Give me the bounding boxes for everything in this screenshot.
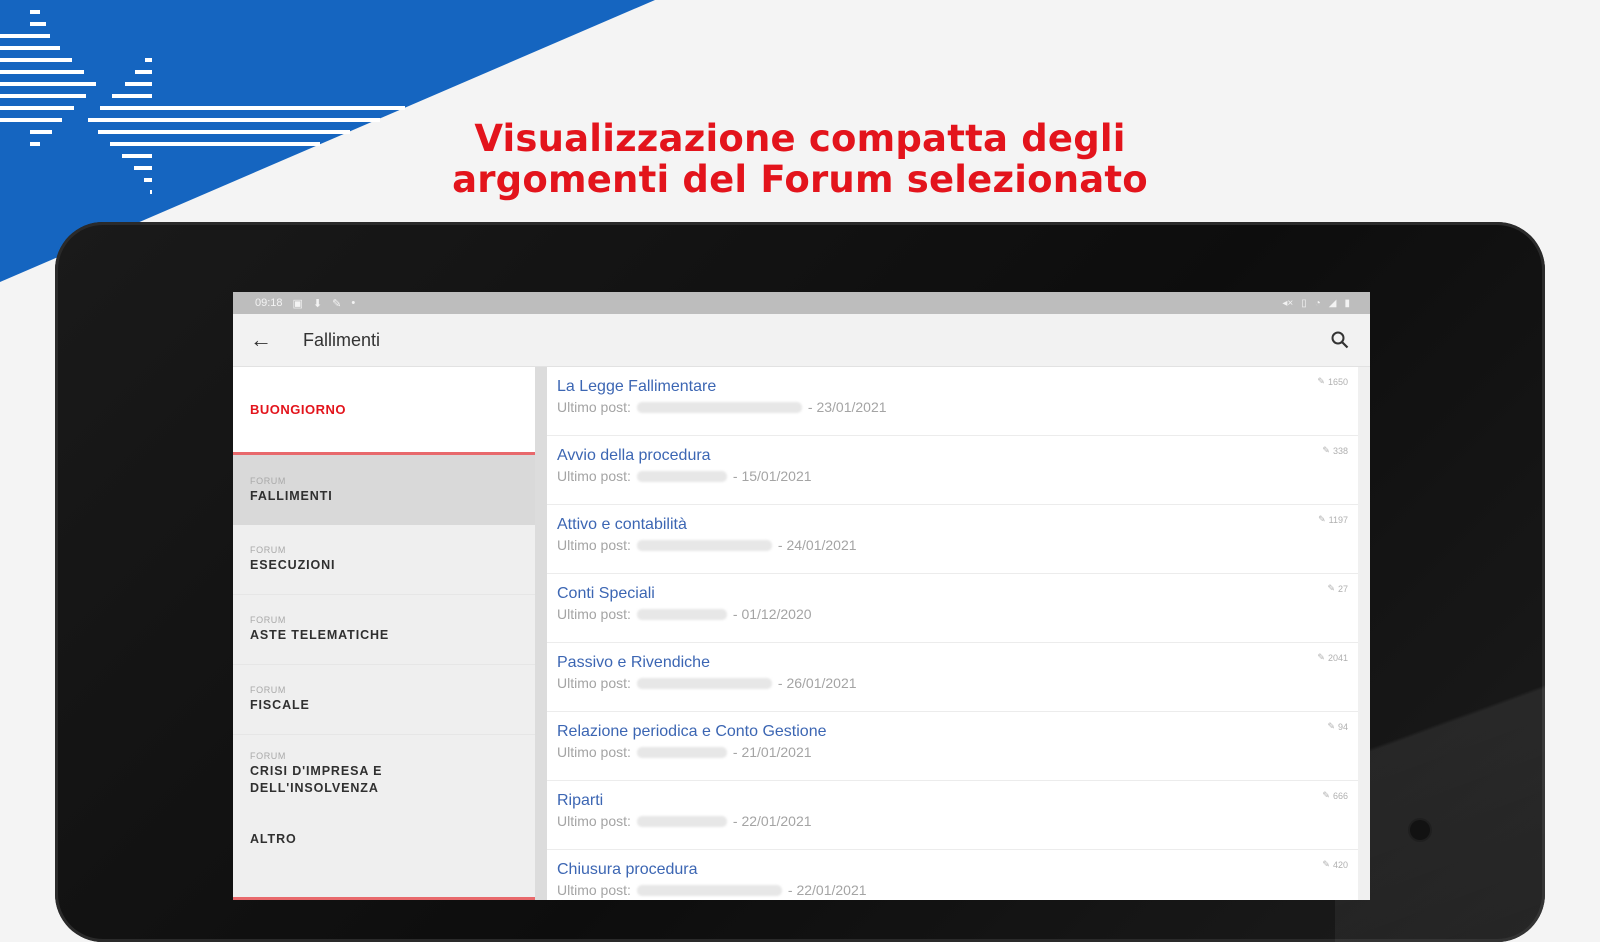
comment-icon: ✎ <box>1318 514 1326 524</box>
topic-list: La Legge Fallimentare Ultimo post: - 23/0… <box>547 367 1370 900</box>
reply-count: ✎ 1650 <box>1317 376 1348 387</box>
headline-line-1: Visualizzazione compatta degli <box>474 117 1126 160</box>
last-post-date: - 24/01/2021 <box>777 537 857 553</box>
topic-row[interactable]: Relazione periodica e Conto Gestione Ult… <box>547 712 1370 781</box>
headline-line-2: argomenti del Forum selezionato <box>452 158 1148 201</box>
last-post-label: Ultimo post: <box>557 813 631 829</box>
sidebar-item-esecuzioni[interactable]: FORUM ESECUZIONI <box>233 525 535 594</box>
last-post-label: Ultimo post: <box>557 882 631 898</box>
blurred-author <box>636 470 727 482</box>
wrench-notification-icon: ✎ <box>332 297 342 310</box>
last-post-date: - 26/01/2021 <box>777 675 857 691</box>
topic-title[interactable]: Relazione periodica e Conto Gestione <box>557 723 1370 741</box>
last-post-label: Ultimo post: <box>557 675 631 691</box>
last-post-date: - 22/01/2021 <box>787 882 867 898</box>
sidebar-item-label: ALTRO <box>250 831 297 846</box>
reply-count: ✎ 338 <box>1322 445 1348 456</box>
search-icon[interactable] <box>1310 331 1370 349</box>
topic-row[interactable]: Passivo e Rivendiche Ultimo post: - 26/01… <box>547 643 1370 712</box>
topic-title[interactable]: Conti Speciali <box>557 585 1370 603</box>
last-post-label: Ultimo post: <box>557 744 631 760</box>
sidebar-item-label: CRISI D'IMPRESA E DELL'INSOLVENZA <box>250 764 383 795</box>
reply-count: ✎ 27 <box>1327 583 1348 594</box>
blurred-author <box>636 401 802 413</box>
last-post-label: Ultimo post: <box>557 606 631 622</box>
topic-row[interactable]: Conti Speciali Ultimo post: - 01/12/2020 … <box>547 574 1370 643</box>
greeting-label: BUONGIORNO <box>233 367 535 455</box>
last-post-date: - 21/01/2021 <box>732 744 812 760</box>
blurred-author <box>636 746 727 758</box>
last-post-date: - 23/01/2021 <box>807 399 887 415</box>
sidebar-item-caption: FORUM <box>250 615 286 625</box>
sidebar-item-caption: FORUM <box>250 545 286 555</box>
wifi-icon: ◔ <box>1314 297 1321 309</box>
forum-sidebar: BUONGIORNO FORUM FALLIMENTI FORUM ESECUZ… <box>233 367 535 900</box>
last-post-label: Ultimo post: <box>557 468 631 484</box>
last-post-date: - 15/01/2021 <box>732 468 812 484</box>
comment-icon: ✎ <box>1322 790 1330 800</box>
sidebar-item-crisi-impresa[interactable]: FORUM CRISI D'IMPRESA E DELL'INSOLVENZA <box>233 735 535 813</box>
topic-row[interactable]: Attivo e contabilità Ultimo post: - 24/01… <box>547 505 1370 574</box>
reply-count: ✎ 2041 <box>1317 652 1348 663</box>
topic-title[interactable]: La Legge Fallimentare <box>557 378 1370 396</box>
page-title: Fallimenti <box>303 329 381 350</box>
download-notification-icon: ⬇ <box>312 297 323 310</box>
reply-count: ✎ 1197 <box>1318 514 1348 525</box>
last-post-date: - 01/12/2020 <box>732 606 812 622</box>
comment-icon: ✎ <box>1327 583 1335 593</box>
sidebar-item-aste-telematiche[interactable]: FORUM ASTE TELEMATICHE <box>233 595 535 664</box>
reply-count: ✎ 94 <box>1327 721 1348 732</box>
topic-title[interactable]: Avvio della procedura <box>557 447 1370 465</box>
battery-icon: ▮ <box>1344 297 1350 309</box>
sidebar-item-caption: FORUM <box>250 475 286 486</box>
mute-icon: ◂× <box>1282 297 1294 309</box>
sidebar-item-caption: FORUM <box>250 751 286 761</box>
blurred-author <box>636 815 727 827</box>
sidebar-item-label: FALLIMENTI <box>250 488 333 503</box>
sidebar-item-label: FISCALE <box>250 698 310 712</box>
last-post-label: Ultimo post: <box>557 399 631 415</box>
topic-title[interactable]: Riparti <box>557 792 1370 810</box>
topic-title[interactable]: Chiusura procedura <box>557 861 1370 879</box>
reply-count: ✎ 666 <box>1322 790 1348 801</box>
dot-notification-icon: • <box>351 297 356 309</box>
pane-divider <box>535 367 547 900</box>
reply-count: ✎ 420 <box>1322 859 1348 870</box>
comment-icon: ✎ <box>1322 859 1330 869</box>
blurred-author <box>636 884 782 896</box>
comment-icon: ✎ <box>1317 376 1325 386</box>
last-post-label: Ultimo post: <box>557 537 631 553</box>
sidebar-item-label: ESECUZIONI <box>250 558 336 572</box>
topic-title[interactable]: Attivo e contabilità <box>557 516 1370 534</box>
blurred-author <box>636 677 772 689</box>
vibrate-icon: ▯ <box>1301 297 1307 309</box>
image-notification-icon: ▣ <box>292 297 303 310</box>
app-bar: ← Fallimenti <box>233 314 1370 367</box>
topic-row[interactable]: Riparti Ultimo post: - 22/01/2021 ✎ 666 <box>547 781 1370 850</box>
status-bar: 09:18 ▣ ⬇ ✎ • ◂× ▯ ◔ ◢ ▮ <box>233 292 1370 314</box>
topic-title[interactable]: Passivo e Rivendiche <box>557 654 1370 672</box>
camera-icon <box>1410 820 1430 840</box>
app-screen: 09:18 ▣ ⬇ ✎ • ◂× ▯ ◔ ◢ ▮ ← Fallimenti BU… <box>233 292 1370 900</box>
blurred-author <box>636 539 772 551</box>
comment-icon: ✎ <box>1322 445 1330 455</box>
sidebar-item-altro[interactable]: ALTRO <box>233 813 535 863</box>
back-arrow-icon[interactable]: ← <box>233 327 289 353</box>
topic-row[interactable]: La Legge Fallimentare Ultimo post: - 23/0… <box>547 367 1370 436</box>
comment-icon: ✎ <box>1317 652 1325 662</box>
promo-headline: Visualizzazione compatta degli argomenti… <box>440 118 1160 200</box>
blurred-author <box>636 608 727 620</box>
topic-row[interactable]: Avvio della procedura Ultimo post: - 15/0… <box>547 436 1370 505</box>
comment-icon: ✎ <box>1327 721 1335 731</box>
sidebar-item-caption: FORUM <box>250 685 286 695</box>
topic-row[interactable]: Chiusura procedura Ultimo post: - 22/01/2… <box>547 850 1370 900</box>
scroll-edge <box>1358 367 1370 900</box>
sidebar-item-label: ASTE TELEMATICHE <box>250 628 390 642</box>
signal-icon: ◢ <box>1328 297 1337 309</box>
status-time: 09:18 <box>255 297 283 309</box>
last-post-date: - 22/01/2021 <box>732 813 812 829</box>
sidebar-item-fiscale[interactable]: FORUM FISCALE <box>233 665 535 734</box>
sidebar-item-fallimenti[interactable]: FORUM FALLIMENTI <box>233 455 535 525</box>
